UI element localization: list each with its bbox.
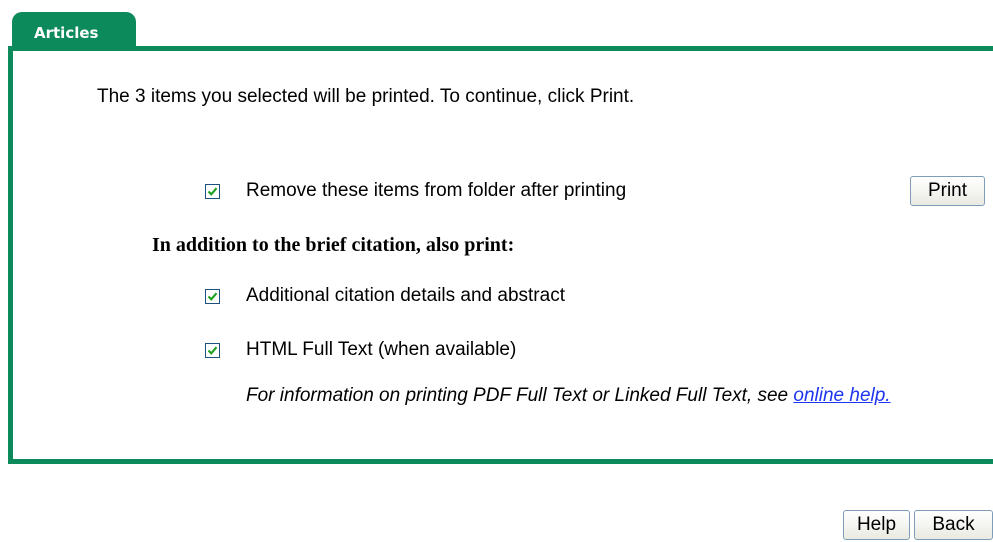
tab-articles[interactable]: Articles — [12, 12, 136, 50]
remove-items-checkbox[interactable] — [205, 184, 220, 199]
checkmark-icon — [207, 187, 218, 196]
checkmark-icon — [207, 346, 218, 355]
back-button[interactable]: Back — [914, 510, 993, 540]
citation-details-label: Additional citation details and abstract — [246, 285, 565, 306]
html-full-text-label: HTML Full Text (when available) — [246, 339, 517, 360]
html-full-text-checkbox[interactable] — [205, 343, 220, 358]
tab-articles-label: Articles — [34, 24, 99, 42]
print-button[interactable]: Print — [910, 176, 985, 206]
help-button[interactable]: Help — [843, 510, 910, 540]
online-help-link[interactable]: online help. — [793, 385, 890, 406]
checkmark-icon — [207, 292, 218, 301]
pdf-help-note-text: For information on printing PDF Full Tex… — [246, 385, 794, 406]
remove-items-label: Remove these items from folder after pri… — [246, 180, 627, 201]
print-options-heading: In addition to the brief citation, also … — [152, 234, 515, 256]
citation-details-checkbox[interactable] — [205, 289, 220, 304]
pdf-help-note: For information on printing PDF Full Tex… — [246, 383, 906, 409]
print-message: The 3 items you selected will be printed… — [97, 86, 635, 107]
